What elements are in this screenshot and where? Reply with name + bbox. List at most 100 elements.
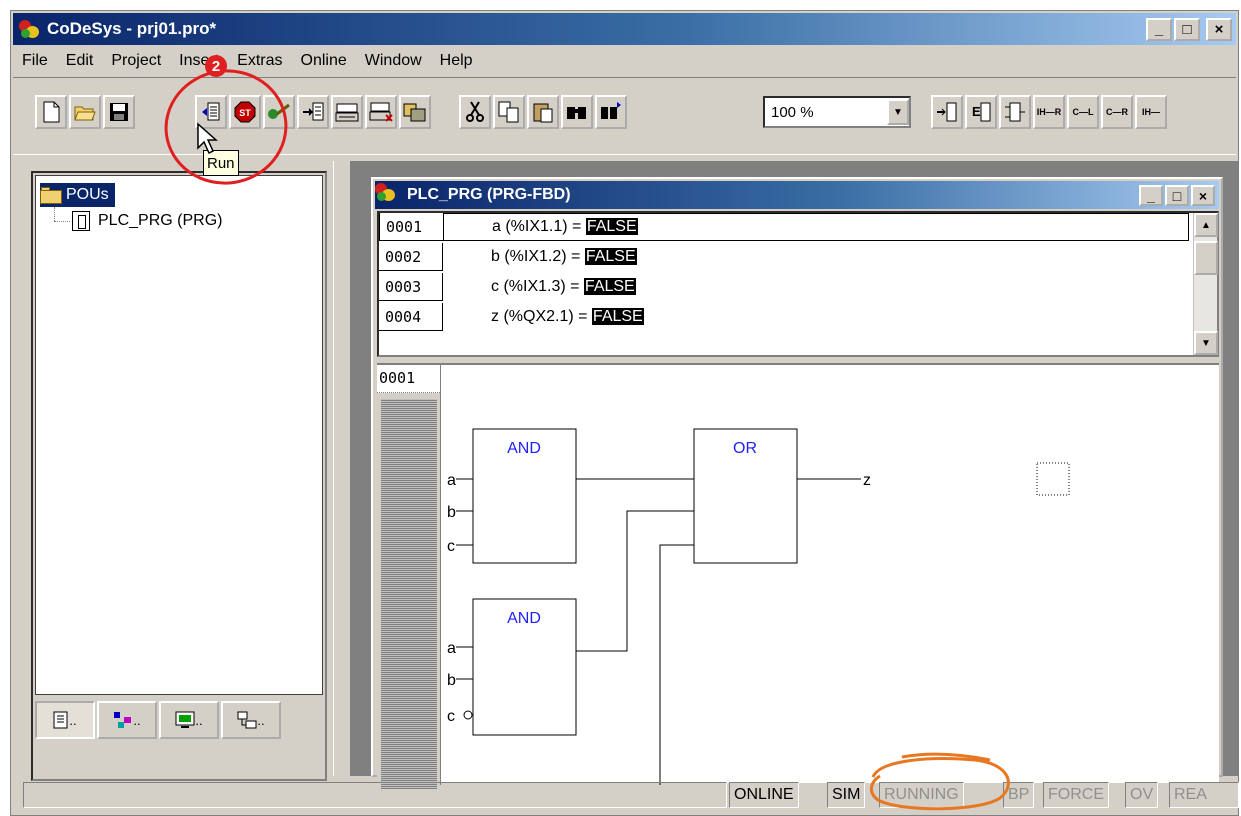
insert-return-button[interactable]: C—R [1101, 95, 1133, 129]
save-button[interactable] [103, 95, 135, 129]
logout-button[interactable] [365, 95, 397, 129]
stop-button[interactable]: ST [229, 95, 261, 129]
tab-pous[interactable]: .. [35, 701, 95, 739]
mdi-workspace: PLC_PRG (PRG-FBD) _ □ × 0001 a (%IX1.1) … [351, 161, 1238, 789]
tree-item-pous[interactable]: POUs [40, 183, 115, 207]
folder-icon [40, 186, 62, 204]
coil-icon: C—L [1072, 107, 1094, 117]
insert-negation-button[interactable]: IH— [1135, 95, 1167, 129]
tree-item-plc-prg[interactable]: PLC_PRG (PRG) [72, 211, 222, 231]
declaration-text: z (%QX2.1) = FALSE [491, 308, 644, 325]
editor-close-button[interactable]: × [1191, 185, 1215, 206]
insert-input-button[interactable] [931, 95, 963, 129]
find-next-button[interactable] [595, 95, 627, 129]
online-value: FALSE [584, 248, 637, 265]
editor-minimize-button[interactable]: _ [1139, 185, 1163, 206]
svg-text:E: E [972, 104, 981, 119]
tree-root-label: POUs [66, 186, 109, 203]
and1-input-c: c [447, 538, 455, 555]
logout-icon [369, 102, 393, 122]
resources-icon [237, 711, 257, 729]
copy-icon [498, 101, 519, 123]
breakpoint-icon [268, 103, 290, 119]
insert-box-button[interactable]: E [965, 95, 997, 129]
find-next-icon [601, 102, 621, 119]
fbd-body[interactable]: 0001 AND a b c OR z AND a b c [377, 363, 1219, 789]
login-icon [335, 103, 359, 122]
menu-project[interactable]: Project [102, 52, 170, 70]
codesys-window: CoDeSys - prj01.pro* _ □ × File Edit Pro… [10, 10, 1239, 816]
and-block-1-label: AND [507, 440, 541, 457]
paste-icon [533, 103, 553, 123]
insert-input-icon [937, 102, 957, 122]
close-icon: × [1214, 21, 1224, 38]
declaration-text: b (%IX1.2) = FALSE [491, 248, 637, 265]
declaration-row[interactable]: 0004 z (%QX2.1) = FALSE [379, 303, 1189, 331]
minimize-button[interactable]: _ [1146, 18, 1172, 41]
online-value: FALSE [585, 218, 638, 235]
close-button[interactable]: × [1206, 18, 1232, 41]
panel-splitter[interactable] [333, 161, 351, 776]
document-icon [53, 711, 68, 729]
binoculars-icon [567, 107, 586, 119]
find-button[interactable] [561, 95, 593, 129]
line-number: 0002 [379, 243, 443, 271]
tree-item-label: PLC_PRG (PRG) [98, 212, 223, 229]
scroll-down-icon[interactable]: ▼ [1194, 331, 1218, 355]
stop-icon: ST [234, 101, 256, 123]
build-button[interactable] [399, 95, 431, 129]
menu-online[interactable]: Online [292, 52, 356, 70]
scroll-thumb[interactable] [1194, 241, 1218, 275]
scroll-up-icon[interactable]: ▲ [1194, 213, 1218, 237]
menu-file[interactable]: File [13, 52, 57, 70]
network-column: 0001 [377, 365, 441, 789]
paste-button[interactable] [527, 95, 559, 129]
breakpoint-button[interactable] [263, 95, 295, 129]
declaration-text: a (%IX1.1) = FALSE [492, 218, 638, 235]
and2-input-b: b [447, 672, 456, 689]
tab-data-types[interactable]: .. [97, 701, 157, 739]
tab-visualizations[interactable]: .. [159, 701, 219, 739]
fbd-diagram[interactable]: AND a b c OR z AND a b c [443, 365, 1219, 785]
status-force: FORCE [1043, 782, 1109, 808]
declaration-row[interactable]: 0003 c (%IX1.3) = FALSE [379, 273, 1189, 301]
zoom-select[interactable]: 100 % ▼ [763, 96, 911, 128]
and1-input-b: b [447, 504, 456, 521]
status-read: REA [1169, 782, 1239, 808]
maximize-button[interactable]: □ [1174, 18, 1200, 41]
menu-edit[interactable]: Edit [57, 52, 103, 70]
login-button[interactable] [331, 95, 363, 129]
insert-contact-button[interactable]: IH—R [1033, 95, 1065, 129]
cut-button[interactable] [459, 95, 491, 129]
chevron-down-icon[interactable]: ▼ [887, 99, 909, 125]
return-icon: C—R [1106, 107, 1128, 117]
menu-extras[interactable]: Extras [228, 52, 291, 70]
contact-icon: IH—R [1036, 107, 1062, 117]
editor-maximize-button[interactable]: □ [1165, 185, 1189, 206]
title-bar[interactable]: CoDeSys - prj01.pro* _ □ × [13, 13, 1236, 45]
visualization-icon [175, 711, 195, 728]
menu-help[interactable]: Help [431, 52, 482, 70]
new-file-button[interactable] [35, 95, 67, 129]
step-badge: 2 [205, 55, 227, 77]
editor-title-bar[interactable]: PLC_PRG (PRG-FBD) _ □ × [375, 181, 1219, 209]
step-in-icon [303, 102, 324, 121]
step-in-button[interactable] [297, 95, 329, 129]
and-block-2-label: AND [507, 610, 541, 627]
open-file-button[interactable] [69, 95, 101, 129]
declaration-scrollbar[interactable]: ▲ ▼ [1193, 213, 1218, 355]
program-icon [72, 211, 90, 231]
menu-window[interactable]: Window [356, 52, 431, 70]
online-value: FALSE [583, 278, 636, 295]
tab-resources[interactable]: .. [221, 701, 281, 739]
insert-block-button[interactable] [999, 95, 1031, 129]
copy-button[interactable] [493, 95, 525, 129]
declaration-editor[interactable]: 0001 a (%IX1.1) = FALSE 0002 b (%IX1.2) … [377, 211, 1219, 357]
maximize-icon: □ [1172, 187, 1182, 204]
status-message [23, 782, 727, 808]
run-icon [202, 102, 220, 121]
declaration-row[interactable]: 0001 a (%IX1.1) = FALSE [379, 213, 1189, 241]
declaration-row[interactable]: 0002 b (%IX1.2) = FALSE [379, 243, 1189, 271]
insert-coil-button[interactable]: C—L [1067, 95, 1099, 129]
maximize-icon: □ [1182, 21, 1192, 38]
